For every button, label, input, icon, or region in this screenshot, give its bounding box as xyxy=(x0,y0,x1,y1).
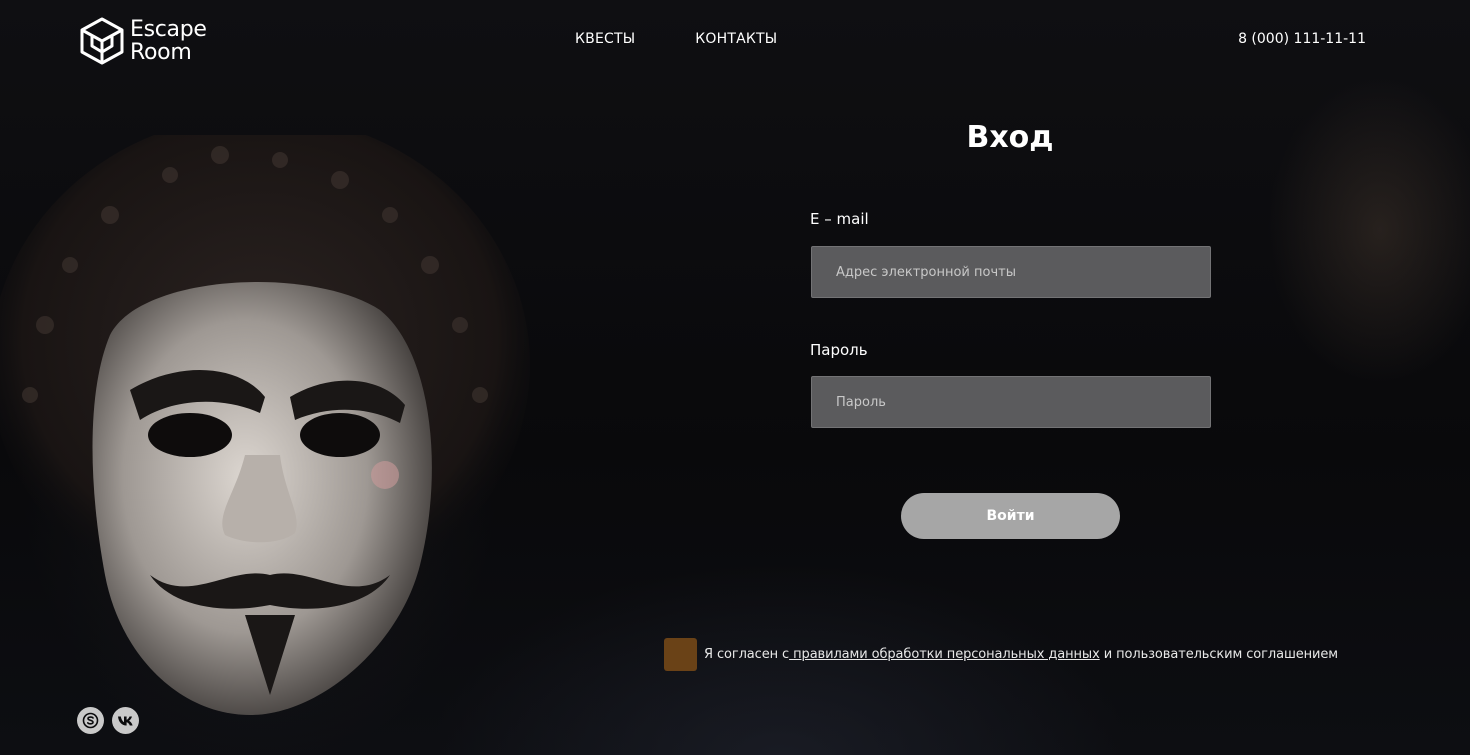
page-title: Вход xyxy=(966,120,1054,155)
nav-contacts[interactable]: КОНТАКТЫ xyxy=(695,31,777,47)
privacy-policy-link[interactable]: правилами обработки персональных данных xyxy=(789,647,1100,662)
agreement-checkbox[interactable] xyxy=(664,638,697,671)
password-field[interactable] xyxy=(811,376,1211,428)
mask-image xyxy=(0,135,530,715)
nav-quests[interactable]: КВЕСТЫ xyxy=(575,31,635,47)
agreement-text: Я согласен с правилами обработки персона… xyxy=(704,647,1338,662)
logo-text: Escape Room xyxy=(130,18,207,64)
agreement-row: Я согласен с правилами обработки персона… xyxy=(664,638,1338,671)
skype-icon[interactable] xyxy=(77,707,104,734)
phone-link[interactable]: 8 (000) 111-11-11 xyxy=(1238,31,1366,47)
logo[interactable]: Escape Room xyxy=(78,14,218,68)
password-label: Пароль xyxy=(810,341,868,359)
logo-line2: Room xyxy=(130,40,192,65)
email-field[interactable] xyxy=(811,246,1211,298)
agreement-suffix: и пользовательским соглашением xyxy=(1099,647,1339,662)
main-nav: КВЕСТЫ КОНТАКТЫ xyxy=(575,31,777,47)
login-button[interactable]: Войти xyxy=(901,493,1120,539)
agreement-prefix: Я согласен с xyxy=(704,647,790,662)
logo-line1: Escape xyxy=(130,17,207,42)
email-label: E – mail xyxy=(810,210,869,228)
vk-icon[interactable] xyxy=(112,707,139,734)
logo-cube-icon xyxy=(80,17,124,65)
social-links xyxy=(77,707,139,734)
